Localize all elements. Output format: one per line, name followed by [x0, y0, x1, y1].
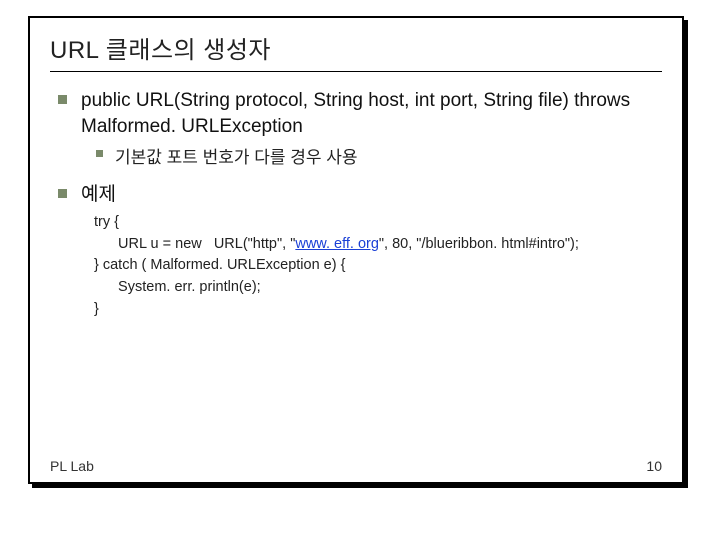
- code-text: URL u = new URL("http", ": [110, 236, 295, 252]
- code-text: ", 80, "/blueribbon. html#intro");: [379, 236, 579, 252]
- square-bullet-icon: [58, 95, 67, 104]
- example-heading: 예제: [81, 182, 662, 208]
- slide-title: URL 클래스의 생성자: [50, 30, 662, 72]
- list-item: public URL(String protocol, String host,…: [58, 88, 662, 139]
- code-line: try {: [94, 212, 662, 234]
- constructor-signature: public URL(String protocol, String host,…: [81, 88, 662, 139]
- page-number: 10: [646, 458, 662, 474]
- code-block: try { URL u = new URL("http", "www. eff.…: [94, 212, 662, 321]
- list-item: 예제: [58, 182, 662, 208]
- code-line: URL u = new URL("http", "www. eff. org",…: [94, 234, 662, 256]
- sub-bullet-text: 기본값 포트 번호가 다를 경우 사용: [115, 143, 358, 168]
- code-line: } catch ( Malformed. URLException e) {: [94, 255, 662, 277]
- code-line: System. err. println(e);: [94, 277, 662, 299]
- slide: URL 클래스의 생성자 public URL(String protocol,…: [28, 16, 684, 484]
- footer-left: PL Lab: [50, 458, 94, 474]
- footer: PL Lab 10: [50, 458, 662, 474]
- code-line: }: [94, 299, 662, 321]
- list-item: 기본값 포트 번호가 다를 경우 사용: [96, 143, 662, 168]
- square-bullet-icon: [58, 189, 67, 198]
- square-bullet-icon: [96, 150, 103, 157]
- url-link[interactable]: www. eff. org: [295, 236, 379, 252]
